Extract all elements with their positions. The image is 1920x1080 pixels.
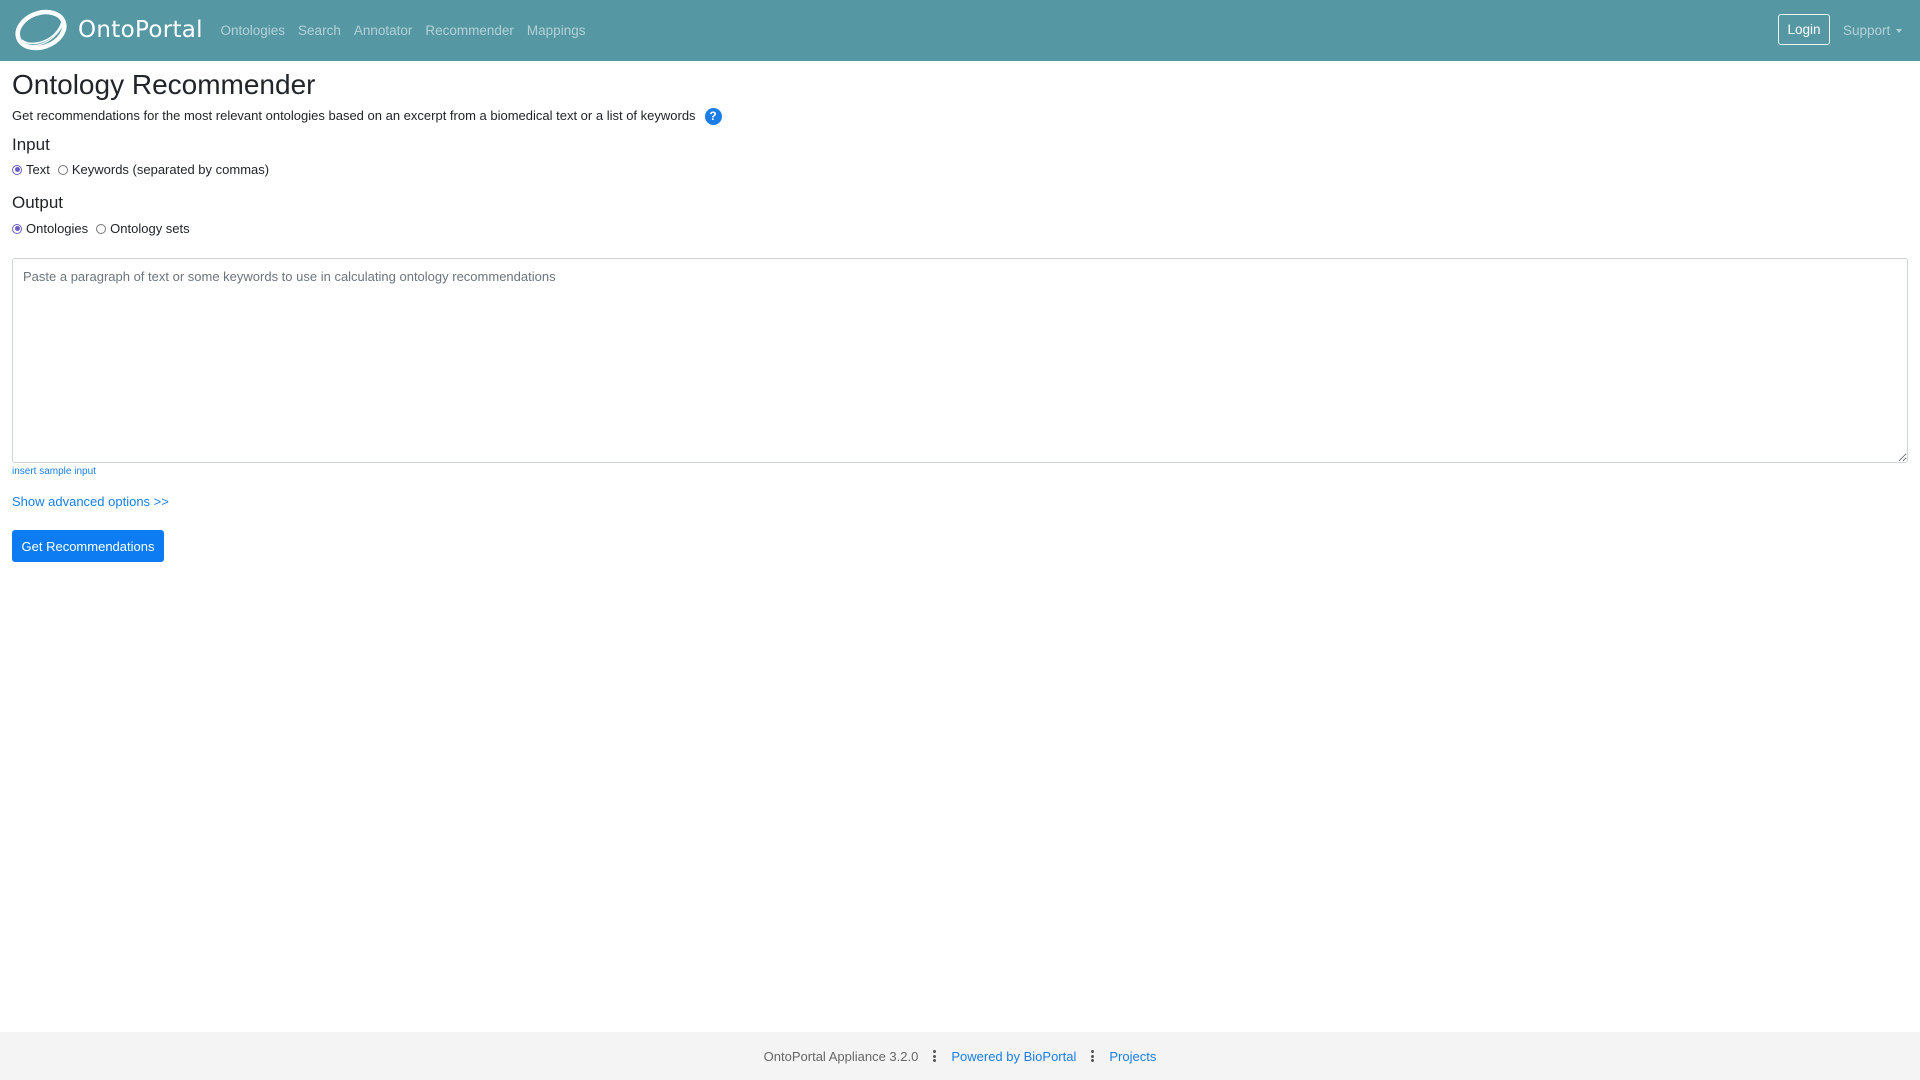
output-radio-group: Ontologies Ontology sets [12,221,198,236]
radio-label: Keywords (separated by commas) [71,162,270,177]
radio-label: Ontology sets [110,221,190,236]
input-radio-group: Text Keywords (separated by commas) [12,162,277,177]
get-recommendations-button[interactable]: Get Recommendations [12,530,164,562]
main-nav: Ontologies Search Annotator Recommender … [214,0,592,61]
nav-ontologies[interactable]: Ontologies [214,23,292,38]
vertical-dots-separator-icon [1091,1050,1095,1062]
nav-recommender[interactable]: Recommender [419,23,521,38]
footer-version: OntoPortal Appliance 3.2.0 [763,1048,919,1064]
input-keywords-radio[interactable]: Keywords (separated by commas) [57,162,270,177]
brand-name: OntoPortal [78,17,203,43]
navbar: OntoPortal Ontologies Search Annotator R… [0,0,1920,61]
help-icon[interactable]: ? [704,107,722,125]
powered-by-bioportal-link[interactable]: Powered by BioPortal [951,1049,1076,1064]
recommender-input-textarea[interactable] [12,258,1908,463]
footer: OntoPortal Appliance 3.2.0 Powered by Bi… [0,1032,1920,1080]
radio-checked-icon [12,223,22,234]
nav-annotator[interactable]: Annotator [347,23,419,38]
support-label: Support [1843,23,1891,38]
projects-link[interactable]: Projects [1109,1049,1156,1064]
insert-sample-input-link[interactable]: insert sample input [12,466,96,477]
ontoportal-logo-icon [15,9,67,51]
page-title: Ontology Recommender [12,69,316,100]
description-text: Get recommendations for the most relevan… [12,108,696,123]
nav-mappings[interactable]: Mappings [520,23,592,38]
input-text-radio[interactable]: Text [12,162,50,177]
login-button[interactable]: Login [1778,14,1830,45]
caret-down-icon [1896,28,1903,33]
radio-unchecked-icon [96,223,107,234]
output-heading: Output [12,193,64,212]
page-description: Get recommendations for the most relevan… [12,105,722,127]
output-ontology-sets-radio[interactable]: Ontology sets [96,221,190,236]
vertical-dots-separator-icon [933,1050,937,1062]
input-heading: Input [12,135,50,154]
radio-label: Text [26,162,50,177]
support-dropdown[interactable]: Support [1843,0,1903,61]
radio-label: Ontologies [26,221,89,236]
radio-checked-icon [12,164,22,175]
brand-logo-link[interactable]: OntoPortal [12,8,203,52]
show-advanced-options-link[interactable]: Show advanced options >> [12,494,169,509]
output-ontologies-radio[interactable]: Ontologies [12,221,88,236]
radio-unchecked-icon [57,164,68,175]
nav-search[interactable]: Search [292,23,348,38]
